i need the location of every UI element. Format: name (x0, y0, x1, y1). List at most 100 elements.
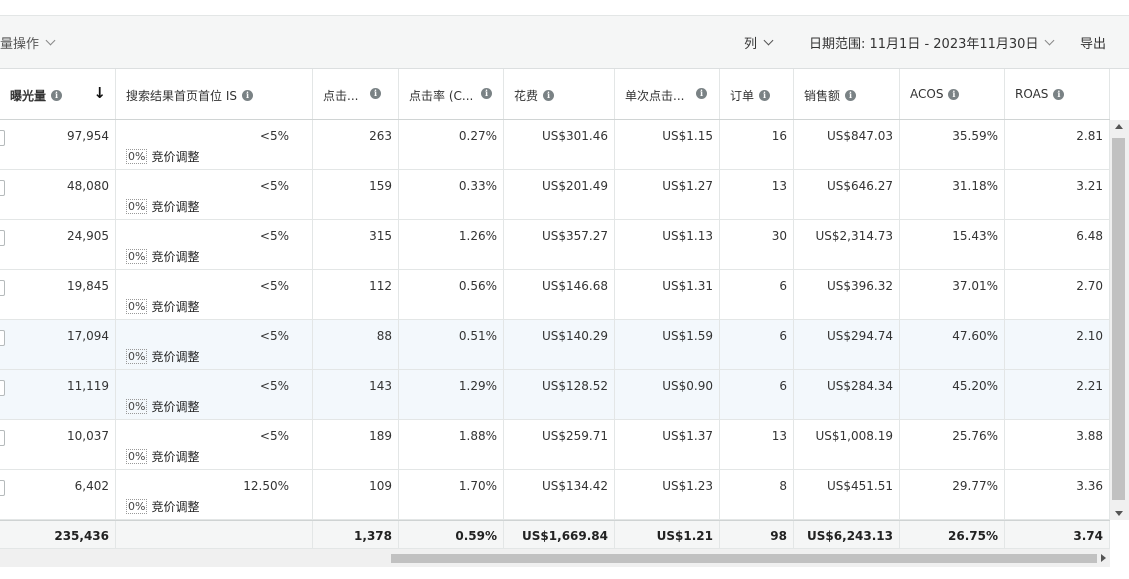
bid-adjustment-link[interactable]: 0% 竞价调整 (126, 498, 199, 515)
top-band (0, 0, 1129, 16)
table-row: 24,905 <5% 0% 竞价调整 315 1.26% US$357.27 US$1.13 3… (0, 220, 1110, 270)
info-icon[interactable]: i (1053, 88, 1065, 100)
table-cell: 1.88% (399, 420, 504, 469)
table-cell: 315 (313, 220, 399, 269)
cell-value: 11,119 (67, 379, 109, 393)
bid-adjustment-label: 竞价调整 (151, 500, 200, 514)
cell-value: 88 (376, 329, 392, 343)
row-select-checkbox[interactable] (0, 430, 5, 446)
bid-adjustment-link[interactable]: 0% 竞价调整 (126, 248, 199, 265)
table-cell: <5% 0% 竞价调整 (116, 270, 313, 319)
column-header-6[interactable]: 订单 i (720, 69, 794, 119)
bid-adjustment-link[interactable]: 0% 竞价调整 (126, 298, 199, 315)
totals-cell: 0.59% (399, 521, 504, 548)
table-cell: US$646.27 (794, 170, 900, 219)
table-cell: 12.50% 0% 竞价调整 (116, 470, 313, 519)
table-row: 19,845 <5% 0% 竞价调整 112 0.56% US$146.68 US$1.31 6… (0, 270, 1110, 320)
cell-value: 8 (779, 479, 787, 493)
column-header-9[interactable]: ROAS i (1005, 69, 1110, 119)
row-select-checkbox[interactable] (0, 130, 5, 146)
column-header-1[interactable]: 搜索结果首页首位 IS i (116, 69, 313, 119)
info-icon[interactable]: i (51, 90, 63, 101)
columns-dropdown[interactable]: 列 (744, 33, 774, 52)
column-header-2[interactable]: i 点击... (313, 69, 399, 119)
cell-value: 13 (771, 429, 787, 443)
sort-descending-icon[interactable]: ↓ (93, 84, 106, 102)
table-cell: US$1.15 (615, 120, 720, 169)
info-icon[interactable]: i (543, 90, 555, 101)
horizontal-scrollbar[interactable] (0, 549, 1110, 567)
bulk-actions-dropdown[interactable]: 量操作 (0, 33, 56, 52)
info-icon[interactable]: i (370, 88, 381, 99)
column-header-text: 曝光量 (10, 89, 47, 103)
table-cell: 47.60% (900, 320, 1005, 369)
column-header-label: ACOS i (910, 87, 960, 101)
vertical-scrollbar[interactable] (1110, 120, 1129, 520)
totals-cell: 98 (720, 521, 794, 548)
vertical-scroll-thumb[interactable] (1112, 138, 1125, 500)
cell-value: US$1,008.19 (815, 429, 893, 443)
table-cell: US$128.52 (504, 370, 615, 419)
row-select-checkbox[interactable] (0, 380, 5, 396)
info-icon[interactable]: i (759, 90, 771, 101)
scroll-down-icon[interactable] (1115, 511, 1123, 516)
table-cell: 263 (313, 120, 399, 169)
bid-adjustment-link[interactable]: 0% 竞价调整 (126, 448, 199, 465)
cell-value: US$2,314.73 (815, 229, 893, 243)
table-cell: 6.48 (1005, 220, 1110, 269)
cell-value: 16 (771, 129, 787, 143)
column-header-5[interactable]: i 单次点击... (615, 69, 720, 119)
table-cell: 11,119 (0, 370, 116, 419)
table-cell: 0.56% (399, 270, 504, 319)
column-header-3[interactable]: i 点击率 (C... (399, 69, 504, 119)
export-button[interactable]: 导出 (1080, 33, 1106, 52)
horizontal-scroll-thumb[interactable] (391, 554, 1097, 563)
totals-cell (116, 521, 313, 548)
info-icon[interactable]: i (845, 90, 857, 101)
bid-adjustment-link[interactable]: 0% 竞价调整 (126, 198, 199, 215)
table-header-row: 曝光量 i ↓ 搜索结果首页首位 IS i i 点击... i 点击率 (C... 花费 i i 单次点… (0, 69, 1110, 120)
column-header-7[interactable]: 销售额 i (794, 69, 900, 119)
bid-adjustment-link[interactable]: 0% 竞价调整 (126, 398, 199, 415)
table-toolbar: 量操作 列 日期范围: 11月1日 - 2023年11月30日 导出 (0, 16, 1129, 69)
bid-adjustment-link[interactable]: 0% 竞价调整 (126, 348, 199, 365)
info-icon[interactable]: i (696, 88, 707, 99)
cell-value: US$1.13 (662, 229, 713, 243)
cell-value: 12.50% (243, 479, 289, 493)
totals-value: US$1.21 (656, 529, 713, 543)
table-cell: US$134.42 (504, 470, 615, 519)
scroll-right-icon[interactable] (1101, 554, 1106, 562)
info-icon[interactable]: i (948, 88, 960, 100)
column-header-0[interactable]: 曝光量 i ↓ (0, 69, 116, 119)
row-select-checkbox[interactable] (0, 480, 5, 496)
info-icon[interactable]: i (241, 90, 253, 101)
column-header-4[interactable]: 花费 i (504, 69, 615, 119)
table-cell: 13 (720, 170, 794, 219)
info-icon[interactable]: i (481, 88, 492, 99)
table-cell: 1.70% (399, 470, 504, 519)
column-header-label: 花费 i (514, 87, 555, 104)
date-range-dropdown[interactable]: 日期范围: 11月1日 - 2023年11月30日 (809, 33, 1055, 52)
bulk-actions-label: 量操作 (0, 37, 40, 52)
bid-adjustment-link[interactable]: 0% 竞价调整 (126, 148, 199, 165)
column-header-8[interactable]: ACOS i (900, 69, 1005, 119)
cell-value: 47.60% (952, 329, 998, 343)
scroll-up-icon[interactable] (1115, 124, 1123, 129)
row-select-checkbox[interactable] (0, 230, 5, 246)
totals-cell: 26.75% (900, 521, 1005, 548)
bid-adjustment-label: 竞价调整 (151, 300, 200, 314)
cell-value: 3.21 (1076, 179, 1103, 193)
cell-value: US$146.68 (541, 279, 608, 293)
row-select-checkbox[interactable] (0, 180, 5, 196)
cell-value: 1.88% (458, 429, 497, 443)
bottom-band (0, 567, 1129, 579)
table-cell: 0.33% (399, 170, 504, 219)
row-select-checkbox[interactable] (0, 330, 5, 346)
columns-label: 列 (744, 37, 758, 52)
cell-value: 189 (369, 429, 392, 443)
cell-value: US$1.23 (662, 479, 713, 493)
column-header-label: 曝光量 i (10, 87, 63, 104)
row-select-checkbox[interactable] (0, 280, 5, 296)
cell-value: US$0.90 (662, 379, 713, 393)
table-cell: 35.59% (900, 120, 1005, 169)
